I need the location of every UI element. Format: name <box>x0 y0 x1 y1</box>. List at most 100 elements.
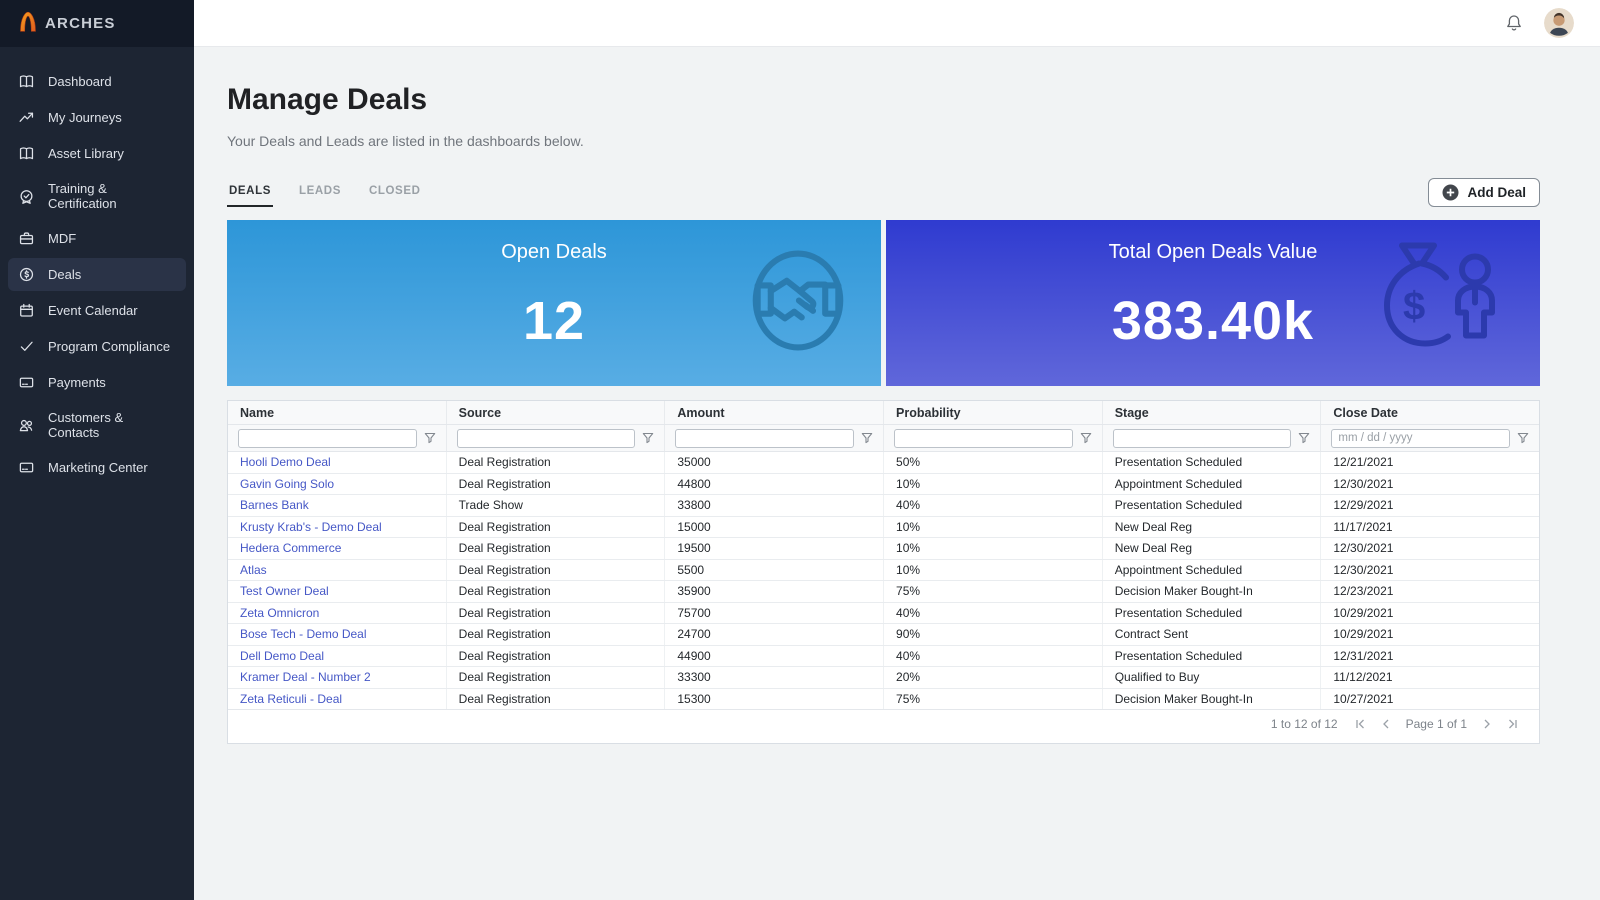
cell-amount: 44800 <box>665 473 885 494</box>
cell-close-date: 11/17/2021 <box>1333 519 1393 534</box>
deal-link[interactable]: Zeta Omnicron <box>240 606 319 620</box>
sidebar-item-event-calendar[interactable]: Event Calendar <box>8 294 186 327</box>
tab-leads[interactable]: LEADS <box>297 185 343 207</box>
filter-input-stage[interactable] <box>1112 428 1292 448</box>
cell-source: Deal Registration <box>447 538 666 559</box>
deal-link[interactable]: Bose Tech - Demo Deal <box>240 627 367 641</box>
prev-page-icon[interactable] <box>1380 718 1392 730</box>
sidebar-item-dashboard[interactable]: Dashboard <box>8 65 186 98</box>
cell-name: Hedera Commerce <box>228 538 447 559</box>
filter-icon[interactable] <box>642 432 654 444</box>
user-avatar[interactable] <box>1544 8 1574 38</box>
cell-probability: 10% <box>884 538 1103 559</box>
deal-link[interactable]: Dell Demo Deal <box>240 649 324 663</box>
next-page-icon[interactable] <box>1481 718 1493 730</box>
filter-icon[interactable] <box>861 432 873 444</box>
cell-probability: 50% <box>884 452 1103 473</box>
cell-stage: Contract Sent <box>1103 624 1322 645</box>
sidebar-item-label: Deals <box>48 267 82 282</box>
tabs-row: DEALS LEADS CLOSED Add Deal <box>227 177 1540 207</box>
sidebar-item-label: Dashboard <box>48 74 112 89</box>
column-header-close-date[interactable]: Close Date <box>1321 401 1539 424</box>
credit-card-icon <box>18 374 35 391</box>
filter-icon[interactable] <box>1080 432 1092 444</box>
sidebar-item-program-compliance[interactable]: Program Compliance <box>8 330 186 363</box>
sidebar-item-label: Payments <box>48 375 106 390</box>
deal-link[interactable]: Barnes Bank <box>240 498 309 512</box>
sidebar-item-marketing-center[interactable]: Marketing Center <box>8 451 186 484</box>
first-page-icon[interactable] <box>1354 718 1366 730</box>
column-header-amount[interactable]: Amount <box>665 401 885 424</box>
deal-link[interactable]: Test Owner Deal <box>240 584 329 598</box>
table-row: Barnes Bank Trade Show 33800 40% Presentatio… <box>228 495 1539 517</box>
check-icon <box>18 338 35 355</box>
tab-deals[interactable]: DEALS <box>227 185 273 207</box>
main-area: Manage Deals Your Deals and Leads are li… <box>194 0 1600 900</box>
sidebar-item-customers-and-contacts[interactable]: Customers & Contacts <box>8 402 186 448</box>
page-subtitle: Your Deals and Leads are listed in the d… <box>227 133 584 149</box>
table-row: Zeta Omnicron Deal Registration 75700 40% Pr… <box>228 602 1539 624</box>
deal-link[interactable]: Hedera Commerce <box>240 541 341 555</box>
cell-name: Barnes Bank <box>228 495 447 516</box>
cell-probability: 10% <box>884 559 1103 580</box>
filter-input-amount[interactable] <box>675 428 855 448</box>
sidebar-item-my-journeys[interactable]: My Journeys <box>8 101 186 134</box>
filter-input-probability[interactable] <box>894 428 1073 448</box>
filter-icon[interactable] <box>1298 432 1310 444</box>
cell-name: Zeta Omnicron <box>228 602 447 623</box>
cell-close-date: 12/29/2021 <box>1333 498 1394 513</box>
add-deal-label: Add Deal <box>1467 185 1526 200</box>
column-header-source[interactable]: Source <box>447 401 666 424</box>
deal-link[interactable]: Atlas <box>240 563 267 577</box>
filter-input-source[interactable] <box>456 428 636 448</box>
deal-link[interactable]: Hooli Demo Deal <box>240 455 331 469</box>
column-header-probability[interactable]: Probability <box>884 401 1103 424</box>
table-row: Zeta Reticuli - Deal Deal Registration 153… <box>228 688 1539 710</box>
cell-source: Deal Registration <box>447 516 666 537</box>
last-page-icon[interactable] <box>1507 718 1519 730</box>
sidebar-item-mdf[interactable]: MDF <box>8 222 186 255</box>
cell-stage: Presentation Scheduled <box>1103 452 1322 473</box>
filter-icon[interactable] <box>424 432 436 444</box>
cell-stage: Decision Maker Bought-In <box>1103 688 1322 709</box>
deal-link[interactable]: Gavin Going Solo <box>240 477 334 491</box>
cell-stage: Qualified to Buy <box>1103 667 1322 688</box>
cell-probability: 40% <box>884 602 1103 623</box>
column-header-name[interactable]: Name <box>228 401 447 424</box>
cell-close-date: 10/29/2021 <box>1333 605 1394 620</box>
cell-stage: New Deal Reg <box>1103 538 1322 559</box>
add-deal-button[interactable]: Add Deal <box>1428 178 1540 207</box>
cell-amount: 33800 <box>665 495 885 516</box>
column-header-stage[interactable]: Stage <box>1103 401 1322 424</box>
bell-icon[interactable] <box>1504 13 1524 33</box>
sidebar-item-deals[interactable]: Deals <box>8 258 186 291</box>
deal-link[interactable]: Krusty Krab's - Demo Deal <box>240 520 382 534</box>
cell-source: Deal Registration <box>447 581 666 602</box>
topbar <box>194 0 1600 47</box>
cell-amount: 44900 <box>665 645 885 666</box>
filter-icon[interactable] <box>1517 432 1529 444</box>
sidebar-item-asset-library[interactable]: Asset Library <box>8 137 186 170</box>
filter-input-name[interactable] <box>238 428 417 448</box>
filter-cell-name <box>228 425 447 451</box>
table-body: Hooli Demo Deal Deal Registration 35000 50%… <box>228 452 1539 710</box>
page-content: Manage Deals Your Deals and Leads are li… <box>194 47 1600 744</box>
cell-probability: 75% <box>884 581 1103 602</box>
cell-amount: 5500 <box>665 559 885 580</box>
brand-logo[interactable]: ARCHES <box>0 0 194 47</box>
cell-probability: 90% <box>884 624 1103 645</box>
cell-probability: 40% <box>884 645 1103 666</box>
cell-source: Deal Registration <box>447 688 666 709</box>
cell-amount: 24700 <box>665 624 885 645</box>
sidebar-item-payments[interactable]: Payments <box>8 366 186 399</box>
deal-link[interactable]: Zeta Reticuli - Deal <box>240 692 342 706</box>
deal-link[interactable]: Kramer Deal - Number 2 <box>240 670 371 684</box>
filter-input-close-date[interactable] <box>1331 428 1511 448</box>
sidebar-item-training-and-certification[interactable]: Training & Certification <box>8 173 186 219</box>
sidebar-item-label: My Journeys <box>48 110 122 125</box>
cell-close-date: 10/27/2021 <box>1333 691 1394 706</box>
tab-closed[interactable]: CLOSED <box>367 185 423 207</box>
sidebar: ARCHES Dashboard My Journeys Asset Library… <box>0 0 194 900</box>
filter-cell-stage <box>1103 425 1322 451</box>
sidebar-item-label: Program Compliance <box>48 339 171 354</box>
